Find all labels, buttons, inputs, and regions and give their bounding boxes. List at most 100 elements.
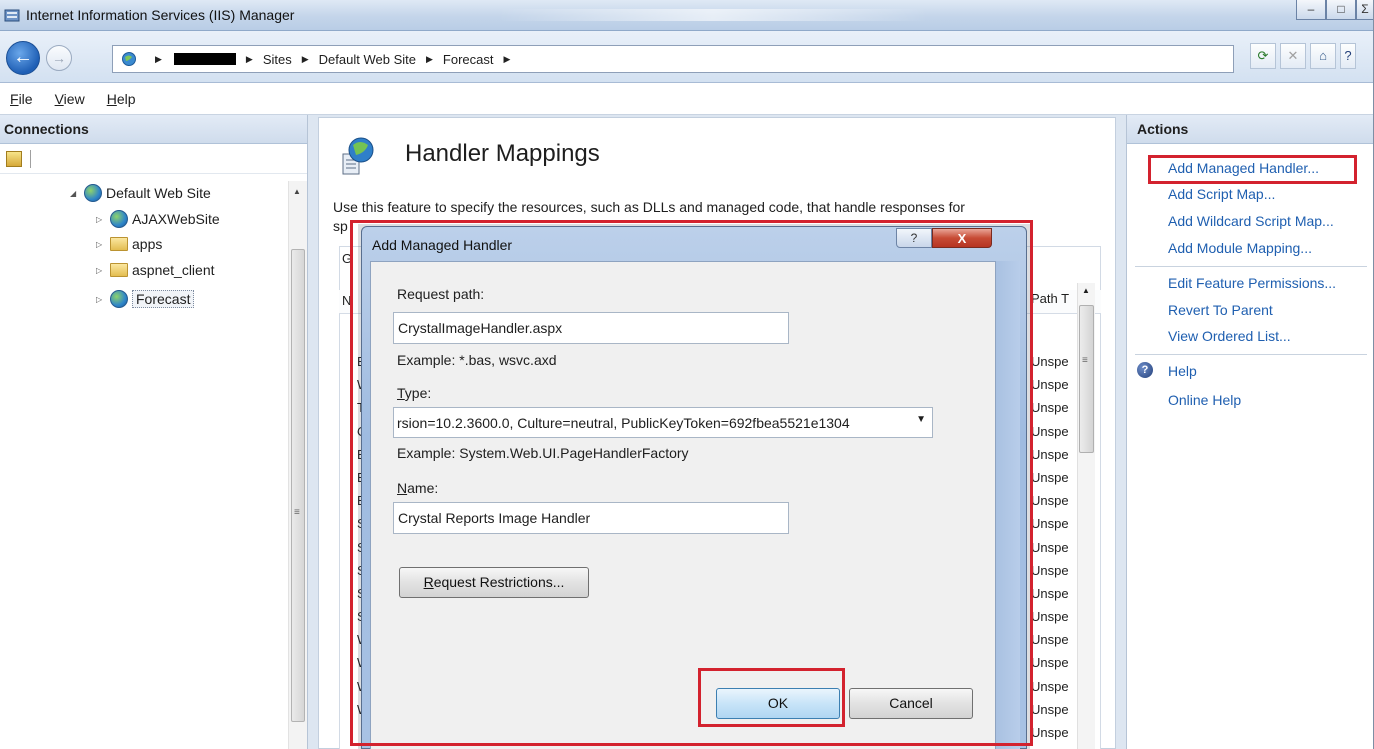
table-row-path-type[interactable]: Unspe (1031, 443, 1069, 466)
connections-tree: ◢ Default Web Site ▷ AJAXWebSite ▷ apps … (0, 174, 307, 734)
tree-item-label: Default Web Site (106, 185, 211, 201)
tree-item-apps[interactable]: ▷ apps (96, 236, 162, 252)
table-row-path-type[interactable]: Unspe (1031, 512, 1069, 535)
scroll-up-icon[interactable]: ▲ (1082, 286, 1090, 295)
table-row-path-type[interactable]: Unspe (1031, 605, 1069, 628)
action-help[interactable]: Help (1168, 363, 1197, 379)
window-title: Internet Information Services (IIS) Mana… (26, 7, 295, 23)
name-label: Name: (397, 480, 439, 496)
create-connection-icon[interactable] (6, 150, 22, 167)
folder-icon (110, 263, 128, 277)
table-row-path-type[interactable]: Unspe (1031, 489, 1069, 512)
grid-scrollbar[interactable]: ▲ ≡ (1077, 283, 1095, 749)
handler-mappings-icon (342, 137, 374, 175)
globe-icon (110, 290, 128, 308)
menu-view[interactable]: View (55, 91, 85, 107)
name-input[interactable]: Crystal Reports Image Handler (393, 502, 789, 534)
tree-item-label: apps (132, 236, 163, 252)
actions-divider (1135, 354, 1367, 355)
type-select[interactable]: rsion=10.2.3600.0, Culture=neutral, Publ… (393, 407, 933, 438)
add-managed-handler-dialog: Add Managed Handler ? X Request path: Cr… (361, 226, 1027, 749)
dialog-close-button[interactable]: X (932, 228, 992, 248)
request-path-example: Example: *.bas, wsvc.axd (397, 352, 557, 368)
action-view-ordered-list[interactable]: View Ordered List... (1168, 328, 1291, 344)
request-restrictions-button[interactable]: Request Restrictions... (399, 567, 589, 598)
collapse-icon[interactable]: ◢ (70, 189, 80, 198)
page-title: Handler Mappings (405, 140, 600, 167)
minimize-button[interactable]: – (1296, 0, 1326, 20)
toolbar-divider (30, 149, 31, 168)
cancel-button[interactable]: Cancel (849, 688, 973, 719)
expand-icon[interactable]: ▷ (96, 215, 106, 224)
menu-file[interactable]: File (10, 91, 33, 107)
scroll-thumb[interactable] (291, 249, 305, 722)
request-path-input[interactable]: CrystalImageHandler.aspx (393, 312, 789, 344)
expand-icon[interactable]: ▷ (96, 266, 106, 275)
expand-icon[interactable]: ▷ (96, 295, 106, 304)
action-add-module-mapping[interactable]: Add Module Mapping... (1168, 240, 1312, 256)
table-row-path-type[interactable]: Unspe (1031, 350, 1069, 373)
help-icon: ? (1137, 362, 1153, 378)
home-icon[interactable]: ⌂ (1310, 43, 1336, 69)
tree-item-aspnet-client[interactable]: ▷ aspnet_client (96, 262, 215, 278)
table-row-path-type[interactable]: Unspe (1031, 466, 1069, 489)
maximize-button[interactable]: □ (1326, 0, 1356, 20)
table-row-path-type[interactable]: Unspe (1031, 628, 1069, 651)
crumb-separator-icon: ▶ (425, 53, 433, 64)
refresh-icon[interactable]: ⟳ (1250, 43, 1276, 69)
expand-icon[interactable]: ▷ (96, 240, 106, 249)
table-row-path-type[interactable]: Unspe (1031, 536, 1069, 559)
tree-item-forecast[interactable]: ▷ Forecast (96, 290, 195, 308)
table-row-path-type[interactable]: Unspe (1031, 582, 1069, 605)
table-row-path-type[interactable]: Unspe (1031, 373, 1069, 396)
chevron-down-icon[interactable]: ▼ (916, 414, 926, 425)
path-type-header-label: Path T (1031, 291, 1070, 306)
iis-app-icon (4, 9, 20, 22)
redacted-server-name (173, 53, 236, 65)
action-online-help[interactable]: Online Help (1168, 392, 1241, 408)
request-path-label: Request path: (397, 286, 485, 302)
forward-button[interactable]: → (46, 45, 72, 71)
address-bar: ← → ▶ ▶ Sites ▶ Default Web Site ▶ Forec… (0, 31, 1374, 83)
window-titlebar: Internet Information Services (IIS) Mana… (0, 0, 1374, 31)
table-row-path-type[interactable]: Unspe (1031, 396, 1069, 419)
action-edit-feature-permissions[interactable]: Edit Feature Permissions... (1168, 275, 1336, 291)
crumb-default-web-site[interactable]: Default Web Site (319, 52, 416, 67)
tree-item-default-web-site[interactable]: ◢ Default Web Site (70, 184, 211, 202)
crumb-separator-icon: ▶ (245, 53, 253, 64)
crumb-separator-icon: ▶ (155, 53, 162, 64)
table-row-path-type[interactable]: Unspe (1031, 420, 1069, 443)
table-row-path-type[interactable]: Unspe (1031, 651, 1069, 674)
close-button[interactable]: Σ (1356, 0, 1374, 20)
breadcrumb[interactable]: ▶ ▶ Sites ▶ Default Web Site ▶ Forecast … (112, 45, 1234, 73)
back-button[interactable]: ← (6, 41, 40, 75)
dialog-frame-edge (996, 261, 1020, 749)
column-path-type-header[interactable]: Path T (1031, 291, 1069, 306)
scroll-up-icon[interactable]: ▲ (293, 187, 301, 196)
path-type-column: Unspe Unspe Unspe Unspe Unspe Unspe Unspe Unspe… (1031, 350, 1069, 744)
action-add-script-map[interactable]: Add Script Map... (1168, 186, 1275, 202)
dialog-body: Request path: CrystalImageHandler.aspx E… (370, 261, 996, 749)
action-revert-to-parent[interactable]: Revert To Parent (1168, 302, 1273, 318)
stop-icon[interactable]: ✕ (1280, 43, 1306, 69)
connections-scrollbar[interactable]: ▲ ≡ (288, 181, 307, 749)
table-row-path-type[interactable]: Unspe (1031, 675, 1069, 698)
dialog-help-button[interactable]: ? (896, 228, 932, 248)
table-row-path-type[interactable]: Unspe (1031, 721, 1069, 744)
column-name-header[interactable]: N (342, 293, 351, 308)
table-row-path-type[interactable]: Unspe (1031, 698, 1069, 721)
type-select-value: rsion=10.2.3600.0, Culture=neutral, Publ… (397, 415, 850, 431)
ok-button[interactable]: OK (716, 688, 840, 719)
action-add-wildcard-script-map[interactable]: Add Wildcard Script Map... (1168, 213, 1334, 229)
dialog-title: Add Managed Handler (372, 237, 513, 253)
actions-pane: Actions Add Managed Handler... Add Scrip… (1126, 115, 1374, 749)
crumb-sites[interactable]: Sites (263, 52, 292, 67)
crumb-forecast[interactable]: Forecast (443, 52, 494, 67)
table-row-path-type[interactable]: Unspe (1031, 559, 1069, 582)
menu-help[interactable]: Help (107, 91, 136, 107)
scroll-thumb[interactable] (1079, 305, 1094, 453)
tree-item-ajaxwebsite[interactable]: ▷ AJAXWebSite (96, 210, 220, 228)
action-add-managed-handler[interactable]: Add Managed Handler... (1168, 160, 1319, 176)
scroll-grip-icon: ≡ (294, 507, 300, 518)
help-icon[interactable]: ? (1340, 43, 1356, 69)
